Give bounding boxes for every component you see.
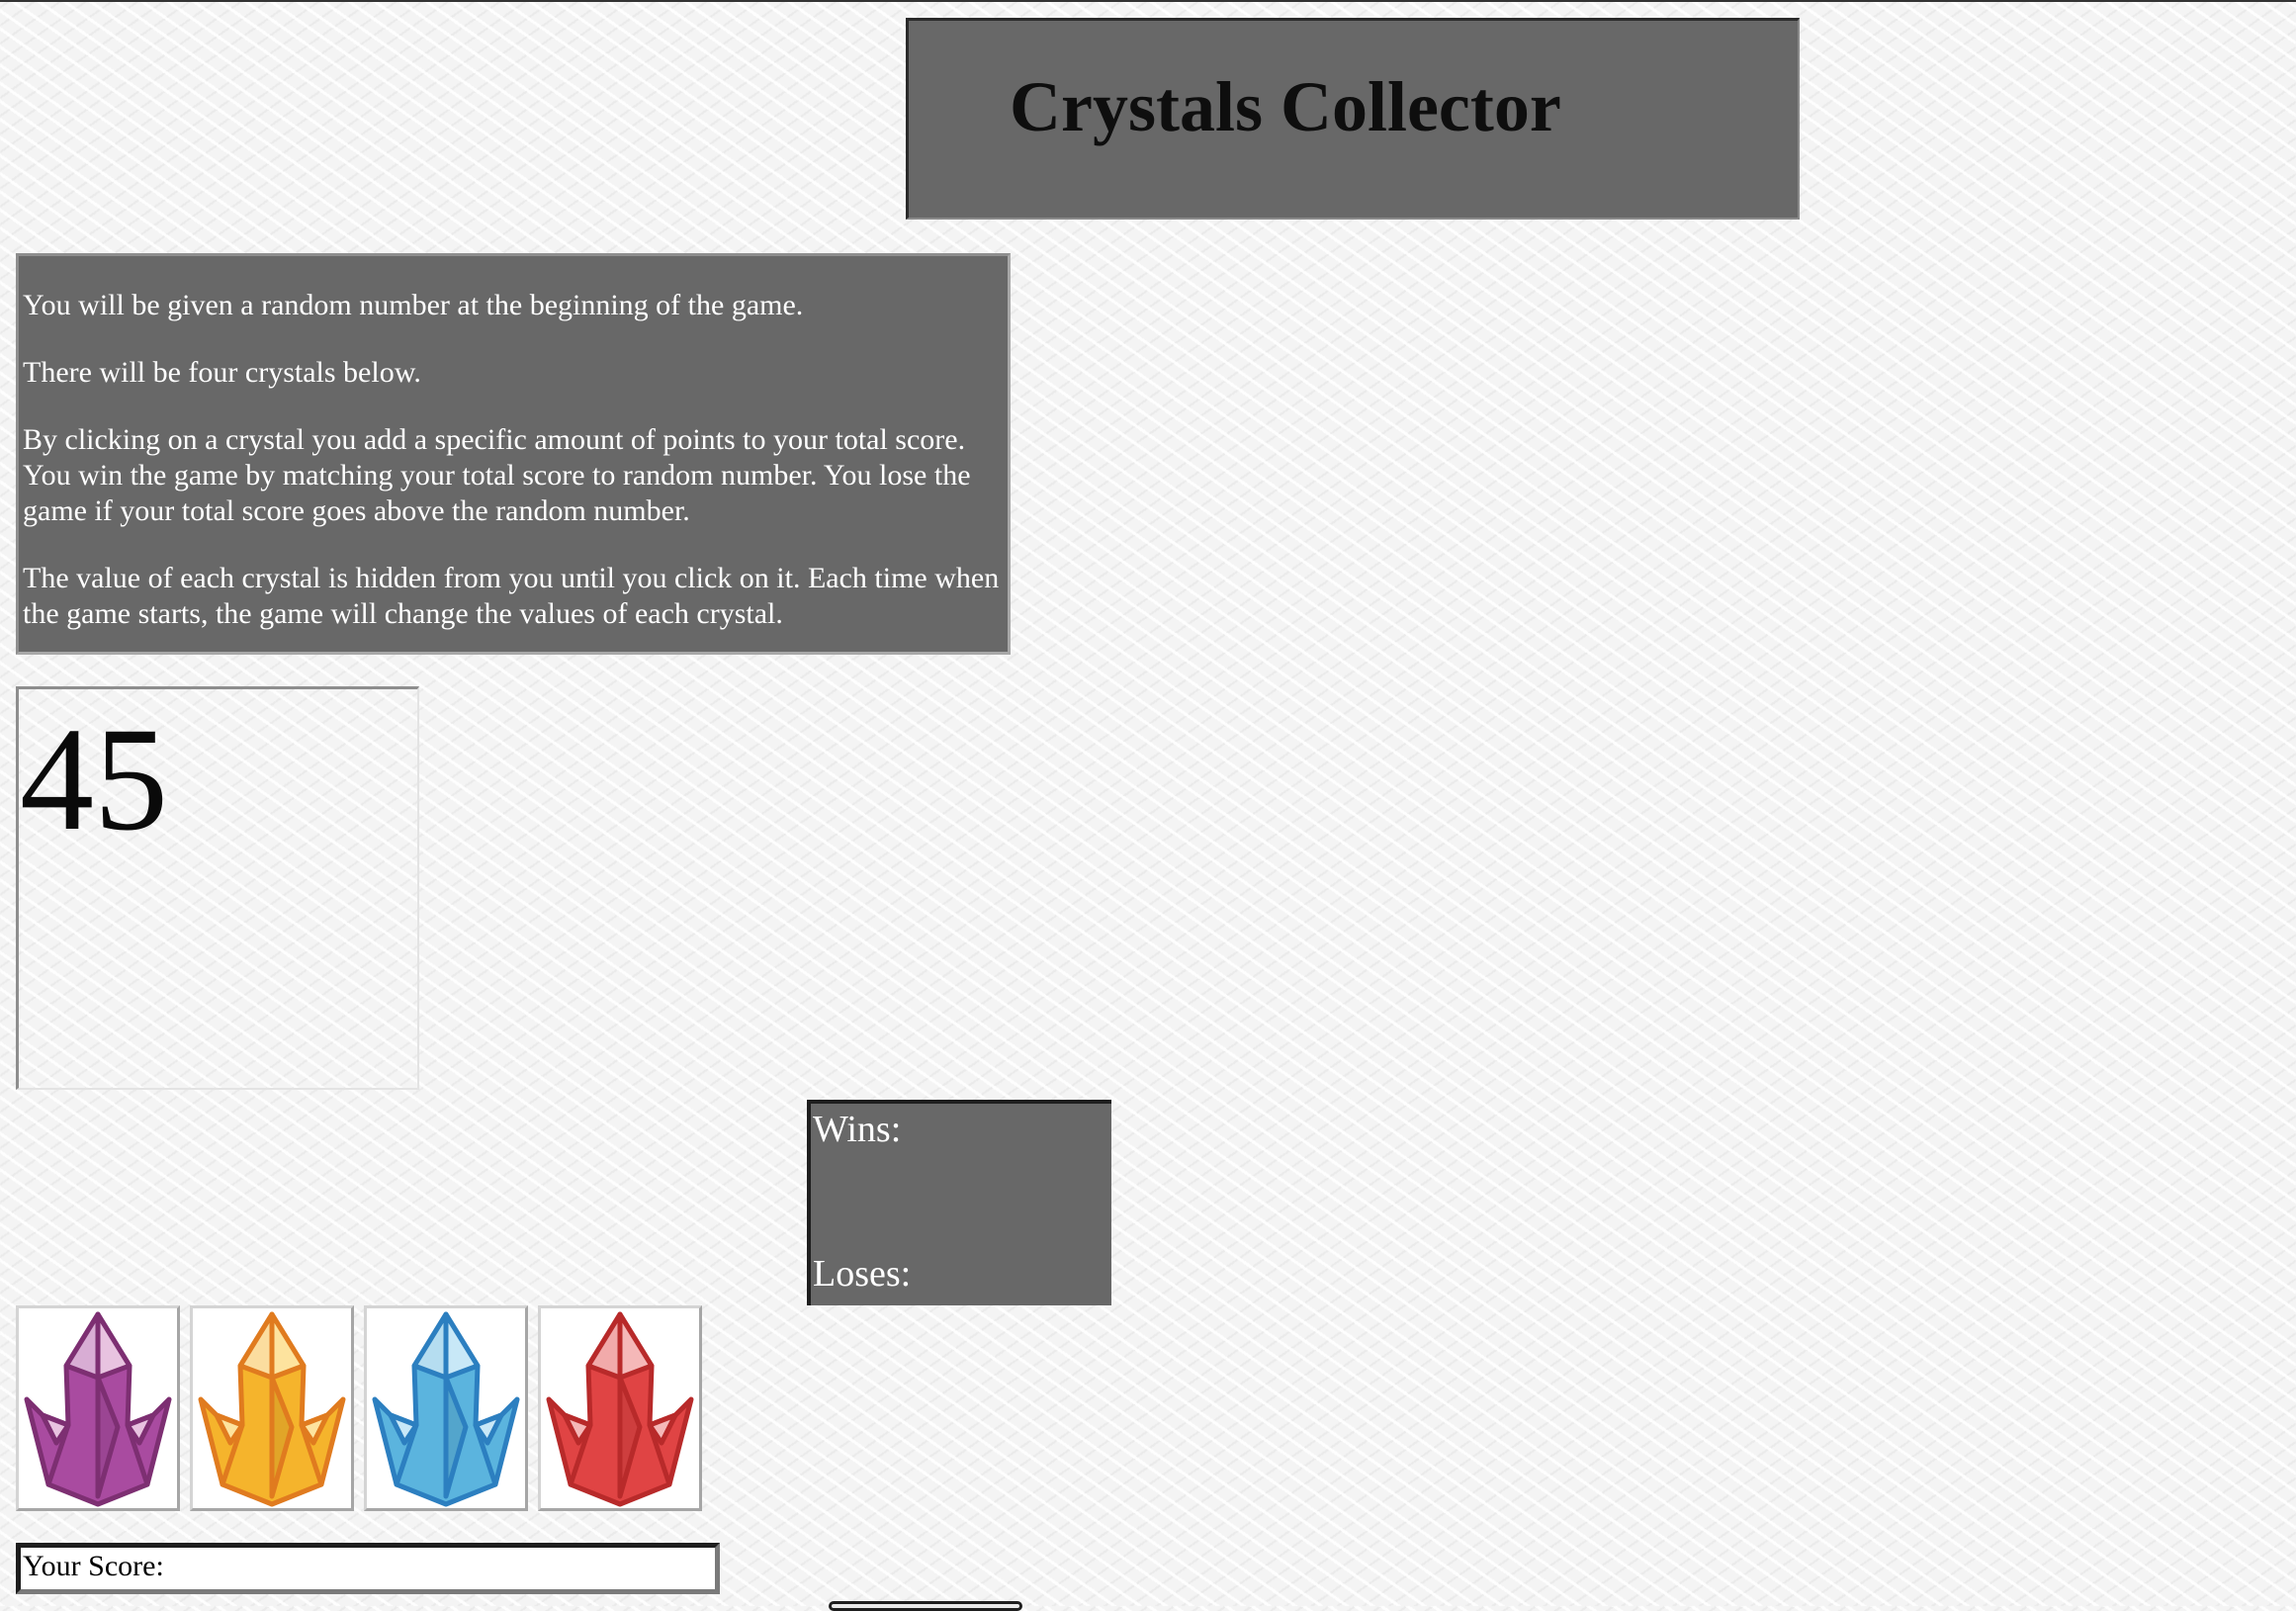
instructions-panel: You will be given a random number at the… — [16, 253, 1011, 655]
crystal-facet — [443, 1311, 481, 1381]
random-number: 45 — [20, 697, 168, 861]
crystal-facet — [585, 1311, 623, 1381]
crystal-facet — [63, 1311, 101, 1381]
crystal-facet — [237, 1311, 275, 1381]
blue-crystal-icon — [372, 1311, 520, 1507]
instruction-paragraph: There will be four crystals below. — [23, 356, 421, 389]
crystal-facet — [411, 1311, 449, 1381]
instruction-paragraph: By clicking on a crystal you add a speci… — [23, 423, 971, 527]
page-title: Crystals Collector — [1010, 67, 1561, 146]
crystal-button-blue[interactable] — [364, 1305, 528, 1511]
score-display: Your Score: — [16, 1543, 720, 1594]
instruction-paragraph: You will be given a random number at the… — [23, 289, 804, 321]
crystal-button-red[interactable] — [538, 1305, 702, 1511]
purple-crystal-icon — [24, 1311, 172, 1507]
stats-panel: Wins: Loses: — [807, 1100, 1111, 1305]
wins-label: Wins: — [813, 1109, 902, 1150]
loses-label: Loses: — [813, 1253, 912, 1295]
crystal-facet — [95, 1311, 132, 1381]
reset-button[interactable] — [829, 1601, 1022, 1611]
instruction-paragraph: The value of each crystal is hidden from… — [23, 562, 1000, 630]
crystal-button-orange[interactable] — [190, 1305, 354, 1511]
crystal-facet — [269, 1311, 307, 1381]
crystal-row — [16, 1305, 708, 1513]
header-panel: Crystals Collector — [906, 18, 1800, 220]
random-number-panel: 45 — [16, 686, 419, 1090]
crystal-button-purple[interactable] — [16, 1305, 180, 1511]
orange-crystal-icon — [198, 1311, 346, 1507]
crystal-facet — [617, 1311, 655, 1381]
top-border-line — [0, 0, 2296, 2]
red-crystal-icon — [546, 1311, 694, 1507]
score-label: Your Score: — [23, 1550, 164, 1582]
